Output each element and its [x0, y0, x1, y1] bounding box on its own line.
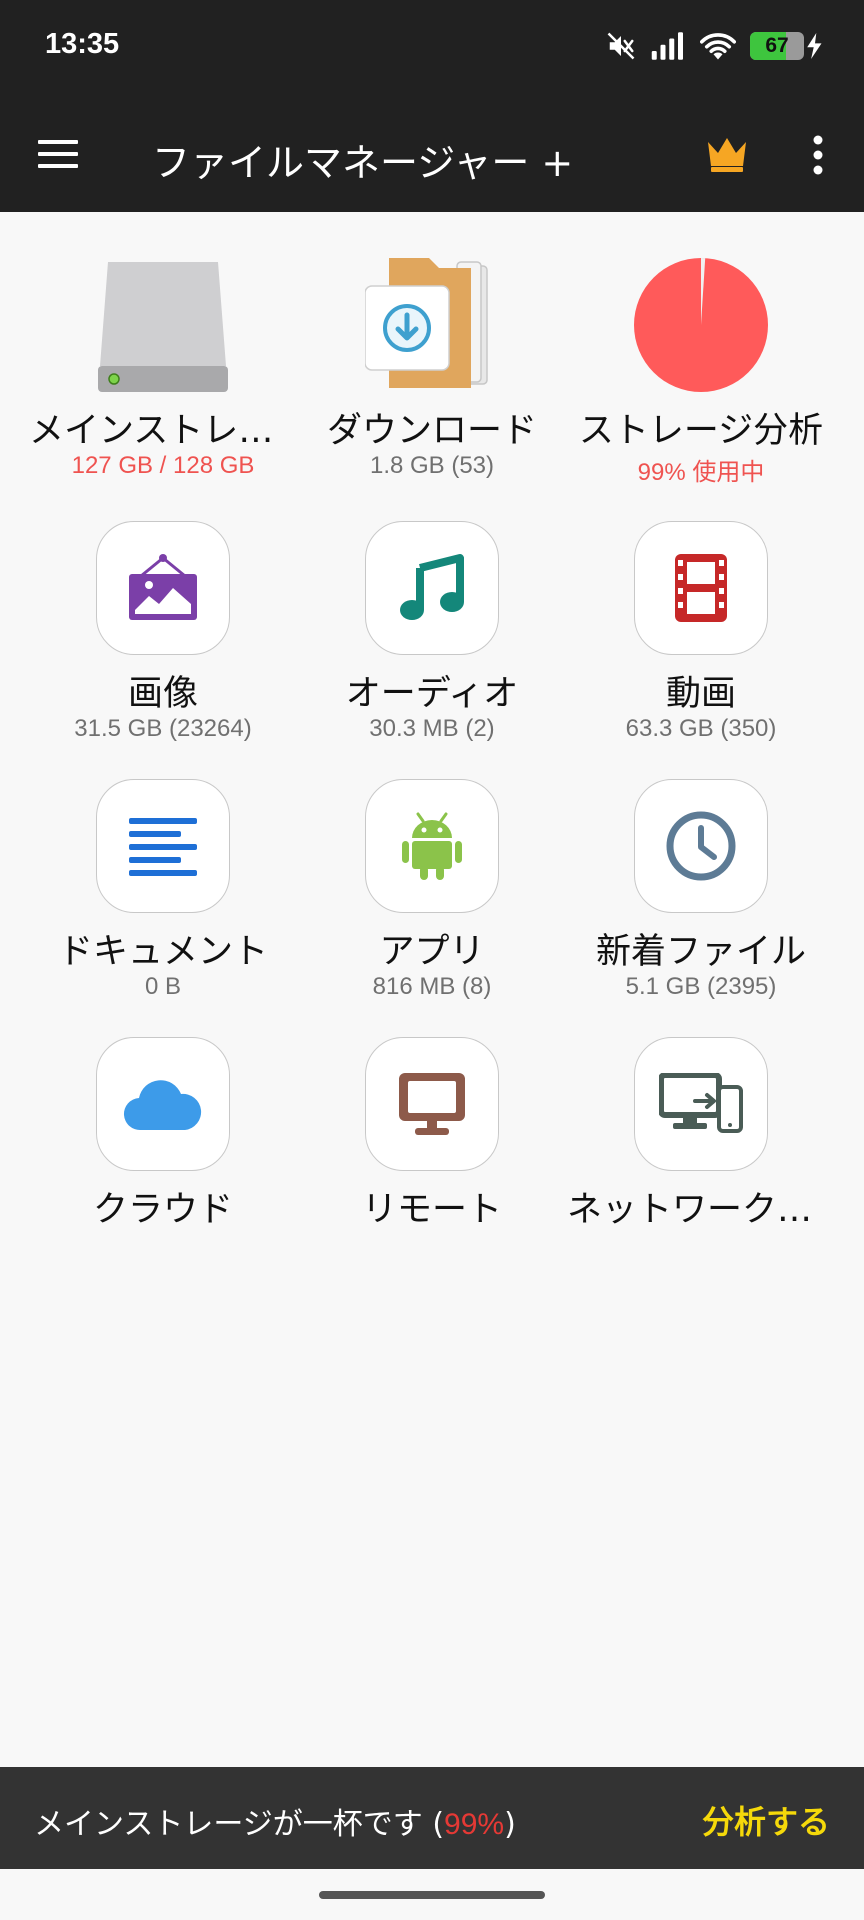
status-icons: 67: [606, 28, 824, 64]
tile-sub: 1.8 GB (53): [369, 452, 495, 479]
menu-icon[interactable]: [34, 130, 82, 178]
tile-label: クラウド: [92, 1190, 233, 1230]
analyze-button[interactable]: 分析する: [702, 1797, 830, 1843]
tile-sub: 63.3 GB (350): [625, 715, 777, 742]
tile-sub: 127 GB / 128 GB: [71, 452, 255, 479]
tile-sub: 0 B: [144, 973, 182, 1000]
clock-icon: [666, 811, 736, 881]
pie-chart-icon: [634, 258, 768, 392]
charging-icon: [807, 33, 822, 59]
status-bar: 13:35 67: [0, 0, 864, 96]
tile-label: 新着ファイル: [595, 932, 806, 972]
tile-label: 画像: [127, 674, 198, 714]
app-bar: ファイルマネージャー +: [0, 96, 864, 212]
banner-message-suffix: ): [504, 1807, 516, 1842]
signal-icon: [651, 32, 683, 60]
image-icon-box: [96, 521, 230, 655]
android-icon: [402, 812, 462, 880]
tile-label: ダウンロード: [326, 411, 537, 451]
app-title: ファイルマネージャー +: [152, 141, 574, 185]
drive-icon: [98, 262, 228, 392]
banner-percent: 99%: [444, 1808, 505, 1841]
tile-sub: 99% 使用中: [637, 459, 765, 486]
download-folder-icon: [365, 258, 488, 388]
mute-icon: [607, 32, 635, 60]
film-icon: [675, 554, 727, 622]
tile-label: ストレージ分析: [578, 411, 824, 451]
image-icon: [129, 554, 197, 620]
monitor-icon-box: [365, 1037, 499, 1171]
tile-sub: 816 MB (8): [372, 973, 492, 1000]
music-note-icon: [400, 554, 464, 620]
tile-sub: 5.1 GB (2395): [625, 973, 777, 1000]
cloud-icon: [123, 1080, 202, 1131]
tile-label: メインストレージ: [29, 411, 297, 451]
tile-label: リモート: [361, 1190, 502, 1230]
storage-full-banner: メインストレージが一杯です (99%) 分析する: [0, 1767, 864, 1869]
monitor-icon: [399, 1073, 465, 1135]
document-icon: [129, 818, 197, 876]
cloud-icon-box: [96, 1037, 230, 1171]
more-vert-icon[interactable]: [800, 132, 836, 178]
tile-sub: 31.5 GB (23264): [74, 715, 252, 742]
battery-level: 67: [765, 34, 789, 57]
android-icon-box: [365, 779, 499, 913]
document-icon-box: [96, 779, 230, 913]
network-icon-box: [634, 1037, 768, 1171]
clock-icon-box: [634, 779, 768, 913]
tile-label: ドキュメント: [57, 932, 268, 972]
status-time: 13:35: [45, 28, 120, 60]
banner-message: メインストレージが一杯です (99%): [34, 1799, 516, 1843]
tile-label: 動画: [665, 674, 736, 714]
tile-label: アプリ: [379, 932, 485, 972]
crown-icon[interactable]: [704, 134, 750, 174]
wifi-icon: [700, 33, 736, 60]
network-devices-icon: [659, 1073, 743, 1133]
home-gesture-handle[interactable]: [319, 1891, 545, 1899]
film-icon-box: [634, 521, 768, 655]
navigation-bar: [0, 1869, 864, 1920]
music-icon-box: [365, 521, 499, 655]
tile-sub: 30.3 MB (2): [369, 715, 495, 742]
battery-icon: 67: [750, 32, 804, 60]
battery-group: 67: [750, 32, 824, 60]
tile-label: ネットワークから: [567, 1190, 835, 1230]
banner-message-prefix: メインストレージが一杯です (: [34, 1807, 445, 1842]
tile-label: オーディオ: [345, 674, 519, 714]
